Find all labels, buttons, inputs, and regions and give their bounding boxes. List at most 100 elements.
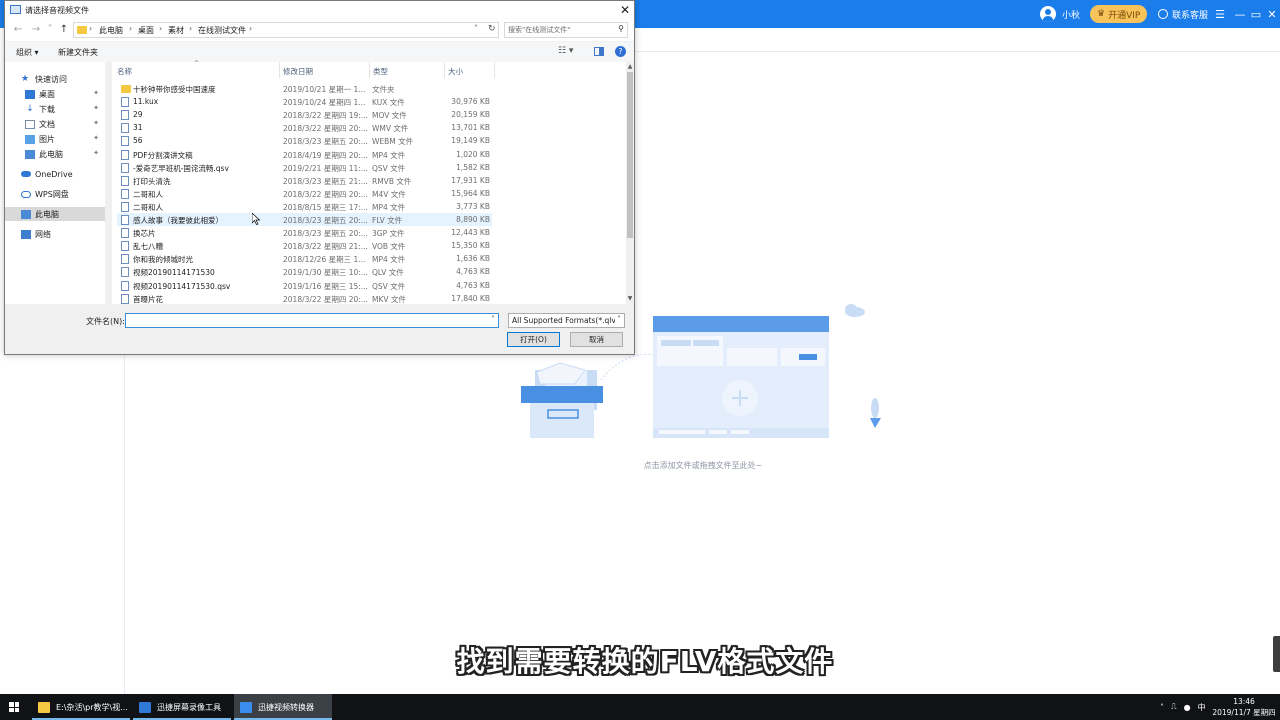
nav-item-this-pc-root[interactable]: 此电脑 (5, 207, 105, 221)
file-size: 20,159 KB (451, 110, 490, 120)
help-icon[interactable]: ? (615, 46, 626, 57)
taskbar-item-converter[interactable]: 迅捷视频转换器 (234, 694, 332, 720)
cancel-button[interactable]: 取消 (570, 332, 623, 347)
chevron-down-icon[interactable]: ˅ (474, 24, 478, 33)
chevron-down-icon[interactable]: ˅ (491, 315, 495, 324)
file-row[interactable]: 11.kux 2019/10/24 星期四 1... KUX 文件 30,976 KB (117, 95, 492, 108)
search-box[interactable]: ⚲ (504, 22, 628, 38)
search-input[interactable] (508, 24, 612, 36)
nav-item-onedrive[interactable]: OneDrive (5, 167, 105, 181)
file-row[interactable]: 乱七八糟 2018/3/22 星期四 21:... VOB 文件 15,350 KB (117, 239, 492, 252)
menu-icon[interactable]: ☰ (1212, 0, 1228, 28)
breadcrumb-item[interactable]: 此电脑 (99, 25, 123, 36)
breadcrumb-separator[interactable]: › (249, 24, 252, 33)
nav-item-pictures[interactable]: 图片 ✦ (5, 132, 105, 146)
file-row[interactable]: 换芯片 2018/3/23 星期五 20:... 3GP 文件 12,443 KB (117, 226, 492, 239)
preview-pane-icon[interactable] (594, 47, 604, 56)
file-row[interactable]: 打印头清洗 2018/3/23 星期五 21:... RMVB 文件 17,931 K… (117, 174, 492, 187)
file-size: 30,976 KB (451, 97, 490, 107)
breadcrumb-separator[interactable]: › (159, 24, 162, 33)
close-icon[interactable]: ✕ (1264, 0, 1280, 28)
nav-item-this-pc[interactable]: 此电脑 ✦ (5, 147, 105, 161)
dialog-close-icon[interactable]: ✕ (617, 2, 633, 18)
nav-item-quick-access[interactable]: ★ 快速访问 (5, 72, 105, 86)
nav-item-wps-cloud[interactable]: WPS网盘 (5, 187, 105, 201)
file-row[interactable]: 视频20190114171530 2019/1/30 星期三 10:... QLV … (117, 265, 492, 278)
column-divider[interactable] (369, 62, 370, 78)
column-divider[interactable] (444, 62, 445, 78)
breadcrumb-item[interactable]: 在线测试文件 (198, 25, 246, 36)
start-button[interactable] (0, 694, 28, 720)
file-row[interactable]: 二哥和人 2018/8/15 星期三 17:... MP4 文件 3,773 KB (117, 200, 492, 213)
breadcrumb-separator[interactable]: › (89, 24, 92, 33)
file-row[interactable]: PDF分割演讲文稿 2018/4/19 星期四 20:... MP4 文件 1,020… (117, 148, 492, 161)
file-row[interactable]: 十秒钟带你感受中国速度 2019/10/21 星期一 1... 文件夹 (117, 82, 492, 95)
chevron-up-icon[interactable]: ˄ (1160, 703, 1164, 712)
nav-item-desktop[interactable]: 桌面 ✦ (5, 87, 105, 101)
file-row[interactable]: 你和我的倾城时光 2018/12/26 星期三 1... MP4 文件 1,636 K… (117, 252, 492, 265)
pin-icon[interactable]: ✦ (93, 104, 99, 112)
file-row[interactable]: 56 2018/3/23 星期五 20:... WEBM 文件 19,149 KB (117, 134, 492, 147)
file-row[interactable]: -爱奇艺早班机-国诧流畅.qsv 2019/2/21 星期四 11:... QSV … (117, 161, 492, 174)
scroll-down-icon[interactable]: ▼ (626, 295, 634, 302)
minimize-icon[interactable]: — (1232, 0, 1248, 28)
nav-item-label: OneDrive (35, 169, 73, 179)
column-header-name[interactable]: 名称 (117, 66, 132, 77)
address-bar[interactable]: › 此电脑 › 桌面 › 素材 › 在线测试文件 › ˅ ↻ (73, 22, 499, 38)
file-row[interactable]: 首曝片花 2018/3/22 星期四 20:... MKV 文件 17,840 KB (117, 292, 492, 305)
file-type-select[interactable]: All Supported Formats(*.qlv; ˅ (508, 313, 625, 328)
side-panel-handle[interactable] (1273, 636, 1280, 672)
microphone-icon[interactable]: ● (1184, 703, 1191, 712)
scroll-up-icon[interactable]: ▲ (626, 63, 634, 70)
clock[interactable]: 13:46 2019/11/7 星期四 (1208, 696, 1280, 718)
file-row[interactable]: 31 2018/3/22 星期四 20:... WMV 文件 13,701 KB (117, 121, 492, 134)
pin-icon[interactable]: ✦ (93, 89, 99, 97)
breadcrumb-item[interactable]: 桌面 (138, 25, 154, 36)
pin-icon[interactable]: ✦ (93, 149, 99, 157)
breadcrumb-separator[interactable]: › (129, 24, 132, 33)
pin-icon[interactable]: ✦ (93, 119, 99, 127)
breadcrumb-item[interactable]: 素材 (168, 25, 184, 36)
maximize-icon[interactable]: ▭ (1248, 0, 1264, 28)
nav-item-network[interactable]: 网络 (5, 227, 105, 241)
scroll-thumb[interactable] (627, 72, 633, 238)
taskbar-item-explorer[interactable]: E:\杂活\pr教学\视... (32, 694, 130, 720)
search-icon[interactable]: ⚲ (618, 24, 624, 33)
file-row[interactable]: 感人故事（我要彼此相爱） 2018/3/23 星期五 20:... FLV 文件 8,… (117, 213, 492, 226)
command-bar: 组织 ▾ 新建文件夹 ☷ ▾ ? (5, 42, 634, 62)
breadcrumb-separator[interactable]: › (189, 24, 192, 33)
file-date: 2018/3/23 星期五 21:... (283, 176, 368, 186)
view-options-icon[interactable]: ☷ ▾ (558, 46, 573, 56)
file-row[interactable]: 二哥和人 2018/3/22 星期四 20:... M4V 文件 15,964 KB (117, 187, 492, 200)
new-folder-button[interactable]: 新建文件夹 (58, 47, 98, 58)
column-header-date[interactable]: 修改日期 (283, 66, 313, 77)
column-divider[interactable] (279, 62, 280, 78)
filename-input[interactable]: ˅ (125, 313, 499, 328)
ime-indicator[interactable]: 中 (1198, 702, 1206, 713)
file-size: 4,763 KB (456, 280, 490, 290)
file-name: 29 (133, 110, 143, 120)
column-divider[interactable] (494, 62, 495, 78)
network-icon[interactable]: ⎍ (1171, 702, 1177, 712)
user-account[interactable]: 小秋 (1040, 0, 1080, 28)
scrollbar[interactable]: ▲ ▼ (626, 62, 634, 304)
pin-icon[interactable]: ✦ (93, 134, 99, 142)
column-header-type[interactable]: 类型 (373, 66, 388, 77)
file-row[interactable]: 视频20190114171530.qsv 2019/1/16 星期三 15:...… (117, 279, 492, 292)
open-button[interactable]: 打开(O) (507, 332, 560, 347)
nav-item-documents[interactable]: 文档 ✦ (5, 117, 105, 131)
file-type: RMVB 文件 (372, 176, 412, 186)
chevron-down-icon[interactable]: ˅ (615, 315, 621, 324)
contact-service-button[interactable]: 联系客服 (1158, 0, 1208, 28)
vip-button[interactable]: ♛ 开通VIP (1090, 5, 1148, 23)
refresh-icon[interactable]: ↻ (488, 24, 496, 34)
recent-dropdown-icon[interactable]: ˅ (43, 23, 57, 37)
taskbar-item-recorder[interactable]: 迅捷屏幕录像工具 (133, 694, 231, 720)
organize-button[interactable]: 组织 ▾ (16, 47, 39, 58)
file-row[interactable]: 29 2018/3/22 星期四 19:... MOV 文件 20,159 KB (117, 108, 492, 121)
up-arrow-icon[interactable]: ↑ (57, 23, 71, 37)
nav-item-downloads[interactable]: ↓ 下载 ✦ (5, 102, 105, 116)
back-arrow-icon[interactable]: ← (11, 23, 25, 37)
forward-arrow-icon[interactable]: → (29, 23, 43, 37)
column-header-size[interactable]: 大小 (448, 66, 463, 77)
